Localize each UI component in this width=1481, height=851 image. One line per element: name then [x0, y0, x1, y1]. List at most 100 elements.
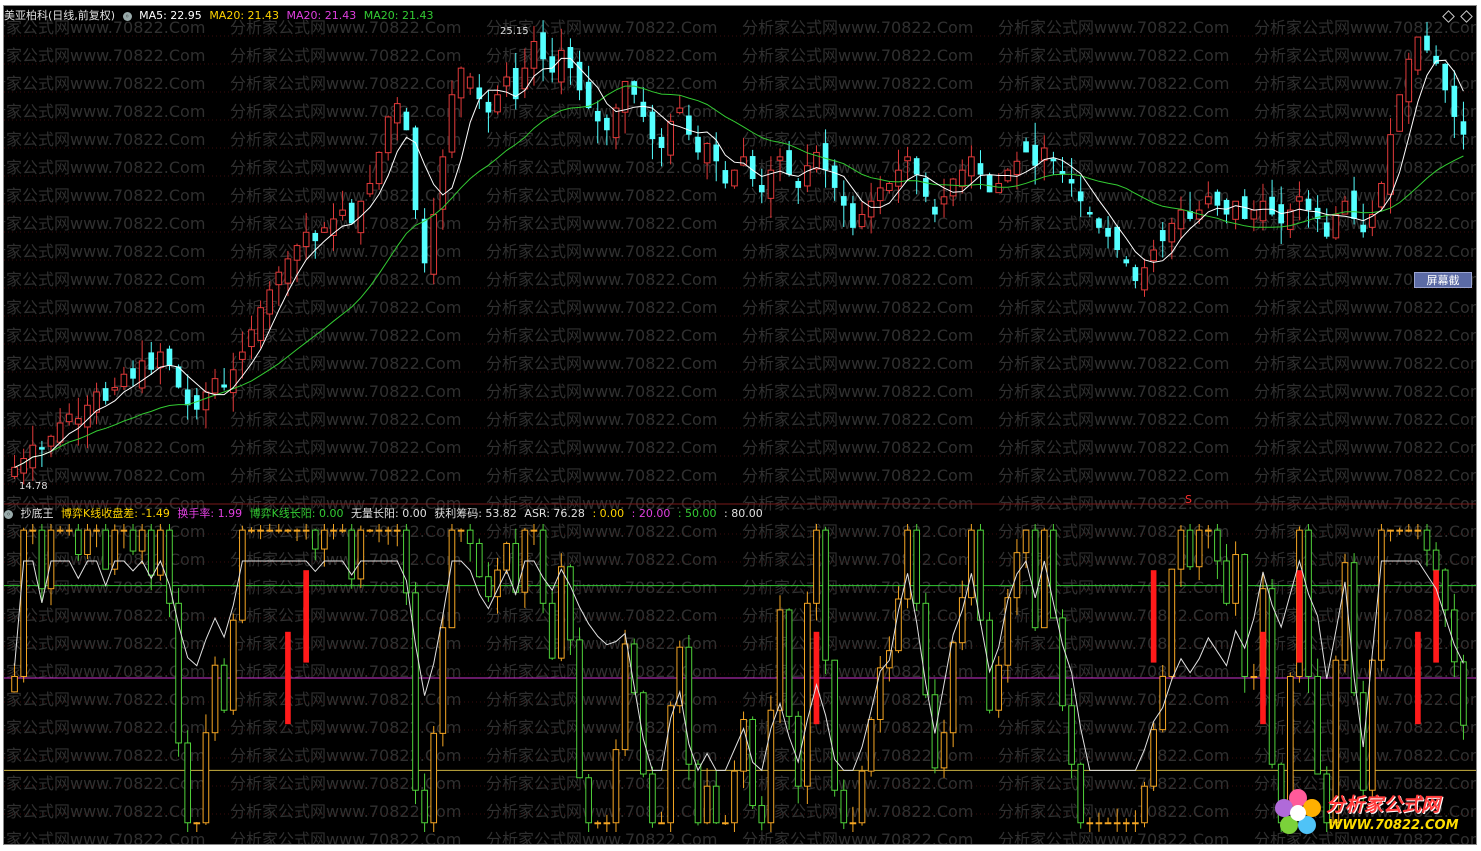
indicator-bar-up: [776, 609, 784, 711]
indicator-bar-up: [995, 664, 1003, 711]
indicator-signal-bar: [1433, 570, 1439, 663]
candle-down: [312, 232, 319, 242]
candle-up: [248, 329, 255, 348]
candle-up: [876, 187, 884, 202]
indicator-bar-up: [1132, 822, 1139, 825]
indicator-bar-down: [475, 542, 483, 578]
indicator-bar-down: [1441, 569, 1449, 611]
candle-down: [749, 156, 756, 180]
indicator-bar-up: [111, 529, 119, 570]
indicator-bar-up: [302, 529, 310, 532]
indicator-v4: 无量长阳: 0.00: [351, 507, 427, 520]
candle-down: [649, 111, 656, 140]
indicator-bar-up: [330, 529, 337, 532]
indicator-bar-down: [1077, 763, 1085, 824]
candles-layer: [11, 20, 1467, 485]
indicator-bar-down: [485, 576, 492, 598]
candle-down: [932, 206, 938, 215]
indicator-bar-up: [393, 529, 401, 532]
indicator-bar-down: [1451, 609, 1458, 663]
candle-down: [840, 196, 847, 206]
screenshot-button[interactable]: 屏幕截: [1414, 272, 1472, 288]
indicator-bar-up: [138, 529, 146, 552]
indicator-bar-up: [658, 822, 665, 825]
candle-up: [867, 200, 875, 218]
candle-up: [393, 103, 401, 124]
candle-up: [740, 156, 747, 166]
candle-up: [284, 258, 292, 284]
candle-up: [1204, 196, 1212, 205]
indicator-bar-up: [949, 642, 957, 734]
candle-down: [1050, 158, 1057, 162]
indicator-bar-down: [576, 639, 583, 779]
indicator-settings-icon[interactable]: ◦: [4, 509, 13, 519]
indicator-bar-up: [612, 749, 620, 824]
candle-down: [604, 117, 610, 131]
candle-down: [421, 218, 428, 264]
candle-up: [557, 49, 565, 83]
indicator-bar-up: [229, 619, 237, 711]
candle-up: [1250, 209, 1258, 220]
candle-down: [695, 136, 701, 153]
indicator-bar-down: [1423, 529, 1431, 551]
candle-up: [904, 156, 911, 162]
indicator-bar-up: [1414, 529, 1422, 532]
indicator-bar-up: [439, 627, 447, 734]
indicator-bar-down: [38, 529, 46, 590]
indicator-v9: : 50.00: [677, 507, 717, 520]
candle-up: [466, 76, 474, 89]
indicator-bar-down: [639, 692, 647, 775]
candle-down: [922, 178, 929, 197]
candle-down: [1159, 230, 1166, 242]
settings-icon[interactable]: ◦: [122, 11, 132, 21]
candle-down: [1424, 35, 1430, 51]
indicator-bar-up: [293, 529, 301, 532]
indicator-bar-up: [722, 822, 729, 825]
candle-up: [1296, 196, 1303, 202]
candle-up: [120, 373, 128, 387]
indicator-bar-up: [731, 770, 738, 824]
indicator-bar-down: [184, 742, 192, 824]
indicator-bar-up: [1150, 729, 1157, 787]
ma20-label-c: MA20: 21.43: [363, 9, 434, 22]
indicator-bar-up: [357, 529, 365, 580]
indicator-v3: 博弈K线长阳: 0.00: [249, 507, 344, 520]
candle-down: [1460, 121, 1467, 135]
indicator-bar-up: [557, 566, 565, 659]
indicator-bar-up: [84, 529, 91, 556]
candle-up: [266, 289, 274, 315]
logo-url: WWW.70822.COM: [1328, 818, 1459, 833]
indicator-bar-up: [366, 529, 374, 532]
indicator-bar-up: [1104, 822, 1112, 825]
candle-up: [84, 404, 91, 428]
indicator-bar-down: [311, 529, 319, 550]
indicator-bar-up: [457, 529, 465, 532]
candle-down: [1096, 218, 1102, 228]
indicator-bar-up: [703, 785, 711, 824]
indicator-signal-bar: [1296, 570, 1303, 663]
indicator-bar-down: [712, 785, 720, 824]
indicator-bar-up: [1232, 554, 1239, 604]
grid-main: [4, 35, 1476, 485]
indicator-bar-up: [621, 643, 629, 751]
high-price-label: 25.15: [500, 26, 529, 37]
indicator-bar-down: [129, 529, 137, 552]
candle-up: [1177, 209, 1185, 230]
signal-marker: S: [1185, 493, 1192, 506]
chart-canvas[interactable]: S: [4, 6, 1477, 845]
indicator-name[interactable]: 抄底王: [21, 507, 54, 520]
candle-down: [594, 110, 601, 122]
candle-up: [448, 94, 456, 153]
candle-down: [485, 101, 492, 113]
chart-window[interactable]: 分析家公式网www.70822.Com分析家公式网www.70822.Com分析…: [3, 5, 1477, 845]
indicator-bar-up: [430, 732, 438, 824]
candle-down: [913, 158, 920, 175]
candle-up: [995, 182, 1003, 194]
indicator-bar-up: [47, 529, 55, 590]
stock-title[interactable]: 美亚柏科(日线,前复权): [4, 9, 115, 22]
indicator-bar-down: [512, 542, 520, 593]
indicator-bar-down: [1059, 617, 1066, 707]
candle-down: [850, 203, 856, 228]
ma5-label: MA5: 22.95: [139, 9, 202, 22]
indicator-signal-bar: [1415, 631, 1421, 725]
